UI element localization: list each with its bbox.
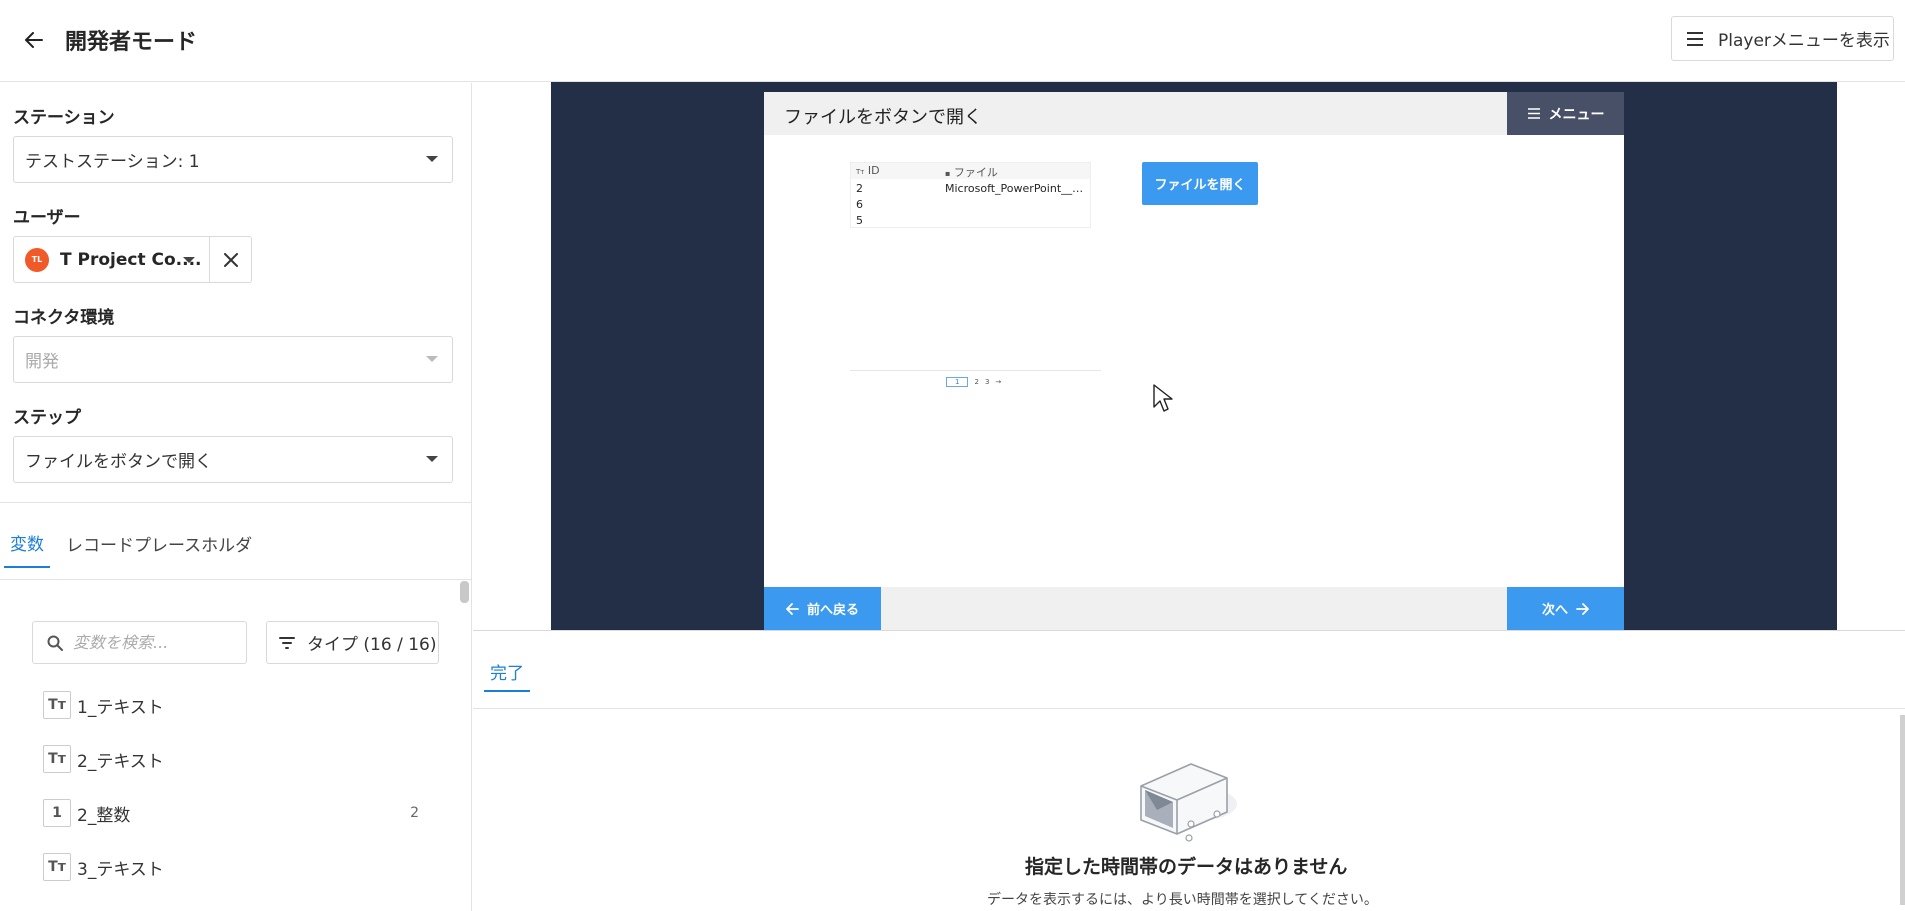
station-label: ステーション [13, 108, 115, 128]
empty-state-title: 指定した時間帯のデータはありません [1025, 856, 1348, 878]
column-header-id: ID [867, 164, 880, 177]
caret-down-icon [426, 156, 438, 162]
hamburger-icon [1687, 31, 1703, 46]
empty-state-subtitle: データを表示するには、より長い時間帯を選択してください。 [987, 892, 1378, 908]
open-file-button[interactable]: ファイルを開く [1142, 162, 1258, 205]
step-label: ステップ [13, 408, 81, 428]
tab-variables-label: 変数 [10, 534, 44, 555]
tab-completed[interactable]: 完了 [484, 652, 530, 692]
tab-record-placeholders[interactable]: レコードプレースホルダ [66, 518, 252, 568]
caret-down-icon [426, 356, 438, 362]
text-type-icon: Tт [43, 745, 71, 773]
variable-item[interactable]: 1 2_整数 2 [43, 798, 443, 828]
number-type-icon: 1 [43, 799, 71, 827]
clear-user-button[interactable] [209, 236, 252, 283]
table-header: Tт ID ▪ ファイル [851, 163, 1090, 179]
file-type-icon: ▪ ファイル [945, 166, 998, 179]
table-cell: 6 [856, 198, 863, 211]
table-cell: Microsoft_PowerPoint__… [945, 182, 1084, 195]
next-page-link[interactable]: → [995, 378, 1001, 386]
divider [0, 579, 471, 580]
player-menu-button[interactable]: Playerメニューを表示 [1671, 16, 1894, 61]
user-label: ユーザー [13, 208, 81, 228]
divider [0, 502, 471, 503]
station-select[interactable]: テストステーション: 1 [13, 136, 453, 183]
divider [473, 630, 1905, 631]
app-header: ファイルをボタンで開く メニュー [764, 92, 1624, 135]
table-cell: 2 [856, 182, 863, 195]
hamburger-icon [1527, 108, 1540, 119]
filter-icon [279, 636, 295, 649]
variable-name: 3_テキスト [77, 859, 164, 880]
app-preview: ファイルをボタンで開く メニュー Tт ID ▪ ファイル 2 Microsof… [764, 92, 1624, 630]
connector-value: 開発 [25, 352, 59, 372]
left-panel: ステーション テストステーション: 1 ユーザー TL T Project Co… [0, 83, 472, 911]
arrow-left-icon [25, 32, 43, 48]
app-menu-button[interactable]: メニュー [1507, 92, 1624, 135]
station-value: テストステーション: 1 [25, 152, 200, 172]
file-table: Tт ID ▪ ファイル 2 Microsoft_PowerPoint__… 6… [850, 162, 1091, 228]
back-button[interactable] [20, 26, 48, 54]
arrow-right-icon [1576, 602, 1589, 615]
divider [473, 708, 1905, 709]
variable-item[interactable]: Tт 3_テキスト [43, 852, 443, 882]
variable-name: 2_テキスト [77, 751, 164, 772]
top-header: 開発者モード Playerメニューを表示 [0, 0, 1905, 82]
user-select[interactable]: TL T Project Co.... [13, 236, 210, 283]
divider [850, 370, 1101, 371]
step-select[interactable]: ファイルをボタンで開く [13, 436, 453, 483]
variable-name: 1_テキスト [77, 697, 164, 718]
scrollbar-thumb[interactable] [460, 581, 469, 603]
caret-down-icon [183, 257, 195, 263]
connector-label: コネクタ環境 [13, 308, 115, 328]
prev-button-label: 前へ戻る [806, 603, 859, 618]
arrow-left-icon [786, 602, 799, 615]
app-menu-label: メニュー [1548, 106, 1605, 123]
pagination: 1 2 3 → [946, 377, 1001, 387]
page-current[interactable]: 1 [946, 377, 969, 387]
caret-down-icon [426, 456, 438, 462]
next-button[interactable]: 次へ [1507, 587, 1624, 630]
tab-record-placeholders-label: レコードプレースホルダ [66, 535, 253, 556]
text-type-icon: Tт [43, 853, 71, 881]
step-value: ファイルをボタンで開く [25, 452, 212, 472]
page-link[interactable]: 2 [974, 378, 978, 386]
connector-select: 開発 [13, 336, 453, 383]
next-button-label: 次へ [1541, 603, 1568, 618]
avatar: TL [25, 247, 49, 272]
scrollbar[interactable] [1900, 715, 1905, 905]
variable-item[interactable]: Tт 2_テキスト [43, 744, 443, 774]
text-type-icon: Tт [43, 691, 71, 719]
mouse-cursor-icon [1153, 384, 1173, 412]
variable-value: 2 [410, 805, 419, 821]
variable-item[interactable]: Tт 1_テキスト [43, 690, 443, 720]
variable-search[interactable] [32, 621, 247, 664]
search-input[interactable] [73, 633, 233, 652]
page-link[interactable]: 3 [985, 378, 989, 386]
search-icon [47, 635, 63, 651]
close-icon [223, 252, 238, 267]
app-footer: 前へ戻る 次へ [764, 587, 1624, 630]
page-title: 開発者モード [65, 30, 198, 55]
prev-button[interactable]: 前へ戻る [764, 587, 881, 630]
player-menu-label: Playerメニューを表示 [1718, 31, 1890, 51]
column-header-file: ファイル [953, 166, 998, 179]
user-value: T Project Co.... [60, 249, 202, 270]
empty-box-icon [1140, 763, 1237, 842]
type-filter-label: タイプ (16 / 16) [307, 635, 437, 655]
table-cell: 5 [856, 214, 863, 227]
tab-variables[interactable]: 変数 [4, 518, 50, 568]
app-title: ファイルをボタンで開く [784, 107, 982, 128]
text-type-icon: Tт ID [856, 164, 880, 177]
variable-name: 2_整数 [77, 805, 131, 826]
type-filter-button[interactable]: タイプ (16 / 16) [266, 621, 439, 664]
